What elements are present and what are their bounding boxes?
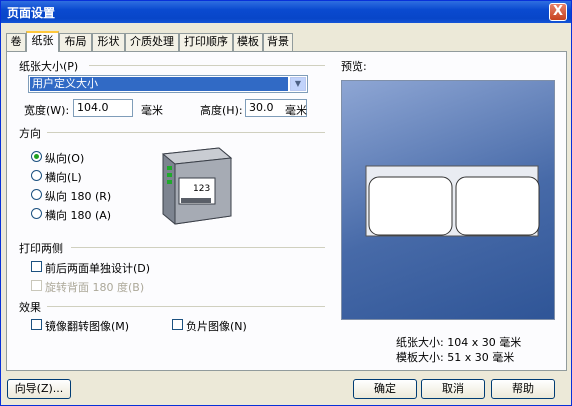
wizard-button[interactable]: 向导(Z)... <box>7 379 71 399</box>
tab-layout[interactable]: 布局 <box>59 33 92 51</box>
portrait-180-radio[interactable] <box>31 189 42 200</box>
separate-sides-checkbox[interactable] <box>31 261 42 272</box>
chevron-down-icon[interactable]: ▼ <box>290 77 306 91</box>
cancel-button[interactable]: 取消 <box>421 379 485 399</box>
width-unit: 毫米 <box>141 104 163 117</box>
separate-sides-label[interactable]: 前后两面单独设计(D) <box>45 260 150 276</box>
width-field[interactable]: 104.0 <box>73 99 133 117</box>
tab-shape[interactable]: 形状 <box>92 33 125 51</box>
help-button[interactable]: 帮助 <box>491 379 555 399</box>
preview-label: 预览: <box>341 60 367 73</box>
divider <box>47 132 325 133</box>
tab-paper[interactable]: 纸张 <box>26 31 59 52</box>
duplex-group-label: 打印两侧 <box>19 242 63 255</box>
paper-size-select[interactable]: 用户定义大小 ▼ <box>28 75 308 93</box>
tab-media[interactable]: 介质处理 <box>125 33 179 51</box>
rotate-back-label: 旋转背面 180 度(B) <box>45 281 145 294</box>
landscape-180-label[interactable]: 横向 180 (A) <box>45 207 111 223</box>
window-title: 页面设置 <box>7 6 56 20</box>
paper-size-selected: 用户定义大小 <box>30 77 288 91</box>
mirror-image-label[interactable]: 镜像翻转图像(M) <box>45 318 129 334</box>
title-bar: 页面设置 X <box>1 1 571 23</box>
rotate-back-checkbox <box>31 280 42 291</box>
width-label: 宽度(W): <box>24 104 70 117</box>
printer-label-text: 123 <box>193 184 211 194</box>
divider <box>71 247 325 248</box>
height-label: 高度(H): <box>200 104 243 117</box>
paper-size-group-label: 纸张大小(P) <box>19 60 79 73</box>
preview-area <box>341 80 555 320</box>
template-size-info: 模板大小: 51 x 30 毫米 <box>396 351 515 364</box>
label-sheet-preview <box>365 165 540 237</box>
tab-volume[interactable]: 卷 <box>6 33 26 51</box>
effects-group-label: 效果 <box>19 301 41 314</box>
landscape-label[interactable]: 横向(L) <box>45 169 82 185</box>
portrait-180-label[interactable]: 纵向 180 (R) <box>45 188 111 204</box>
negative-image-checkbox[interactable] <box>172 319 183 330</box>
orientation-group-label: 方向 <box>19 127 41 140</box>
portrait-label[interactable]: 纵向(O) <box>45 150 84 166</box>
mirror-image-checkbox[interactable] <box>31 319 42 330</box>
ok-button[interactable]: 确定 <box>353 379 417 399</box>
landscape-radio[interactable] <box>31 170 42 181</box>
divider <box>89 65 325 66</box>
page-setup-dialog: 页面设置 X 卷 纸张 布局 形状 介质处理 打印顺序 模板 背景 纸张大小(P… <box>0 0 572 406</box>
divider <box>47 306 325 307</box>
tab-background[interactable]: 背景 <box>263 33 293 51</box>
close-button[interactable]: X <box>549 3 567 21</box>
portrait-radio[interactable] <box>31 151 42 162</box>
negative-image-label[interactable]: 负片图像(N) <box>186 318 247 334</box>
tab-template[interactable]: 模板 <box>233 33 263 51</box>
paper-size-info: 纸张大小: 104 x 30 毫米 <box>396 336 522 349</box>
tab-print-order[interactable]: 打印顺序 <box>179 33 233 51</box>
landscape-180-radio[interactable] <box>31 208 42 219</box>
height-unit: 毫米 <box>285 104 307 117</box>
